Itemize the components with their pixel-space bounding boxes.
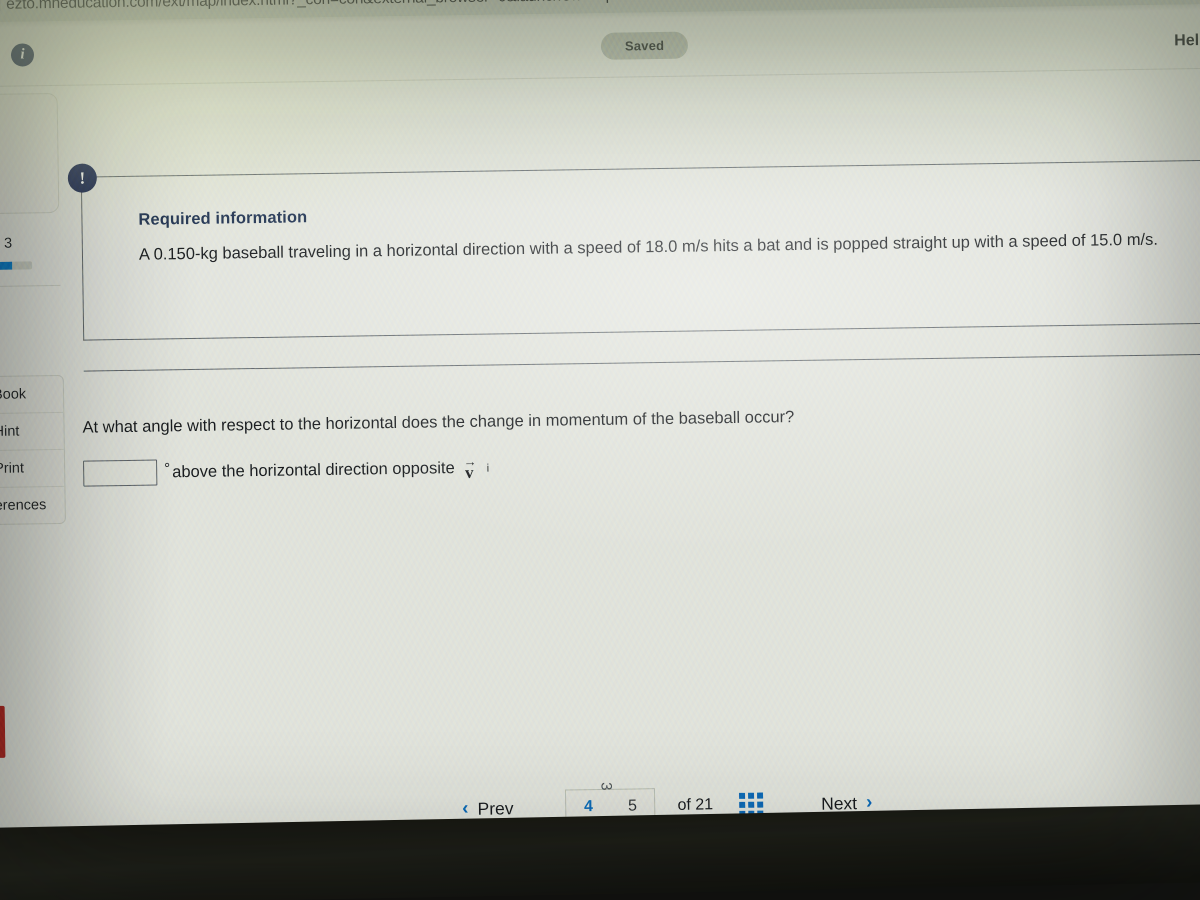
part-indicator: 2 of 3 <box>0 236 12 253</box>
page-ghost-glyph: 3 <box>597 782 615 791</box>
tool-hint[interactable]: Hint <box>0 412 64 452</box>
page-total: of 21 <box>677 796 714 814</box>
answer-row: ° above the horizontal direction opposit… <box>83 453 489 487</box>
question-number-card: 4 <box>0 92 60 215</box>
info-icon[interactable]: i <box>10 43 35 67</box>
question-content: ! Required information A 0.150-kg baseba… <box>67 68 1200 864</box>
question-prompt: At what angle with respect to the horizo… <box>82 408 795 437</box>
answer-input[interactable] <box>83 459 158 487</box>
tool-print[interactable]: Print <box>0 449 65 489</box>
chevron-left-icon: ‹ <box>462 797 469 820</box>
vector-notation: → v <box>463 453 475 482</box>
part-progress-bar <box>0 261 33 271</box>
tool-references[interactable]: erences <box>0 487 65 525</box>
part-total: of 3 <box>0 235 13 252</box>
rail-divider <box>0 284 61 288</box>
feedback-tab[interactable] <box>0 705 6 759</box>
browser-window: ezto.mheducation.com/ext/map/index.html?… <box>0 0 1200 864</box>
prev-button[interactable]: ‹ Prev <box>462 797 514 820</box>
alert-icon: ! <box>67 163 98 193</box>
current-page: 4 <box>583 798 594 816</box>
vector-symbol: v <box>464 462 474 482</box>
question-rail: 4 2 of 3 s Book Hint Print erences <box>0 85 83 864</box>
laptop-screen-photo: ezto.mheducation.com/ext/map/index.html?… <box>0 0 1200 900</box>
status-badge: Saved <box>600 31 689 60</box>
required-information-panel: ! Required information A 0.150-kg baseba… <box>67 159 1200 341</box>
vector-subscript: i <box>486 462 490 475</box>
required-information-body: A 0.150-kg baseball traveling in a horiz… <box>138 230 1159 264</box>
required-information-title: Required information <box>138 208 308 229</box>
connect-app: 7 i Saved Help 4 2 of 3 s <box>0 9 1200 864</box>
question-number: 4 <box>0 115 2 181</box>
answer-unit-label: above the horizontal direction opposite <box>172 458 455 481</box>
prev-label: Prev <box>477 797 514 819</box>
help-link[interactable]: Help <box>1174 32 1200 51</box>
tool-ebook[interactable]: Book <box>0 375 64 415</box>
question-divider <box>83 353 1200 372</box>
degree-symbol: ° <box>164 460 171 478</box>
next-page-number: 5 <box>627 797 638 815</box>
part-progress-fill <box>0 261 13 271</box>
question-tools: Book Hint Print erences <box>0 374 66 526</box>
